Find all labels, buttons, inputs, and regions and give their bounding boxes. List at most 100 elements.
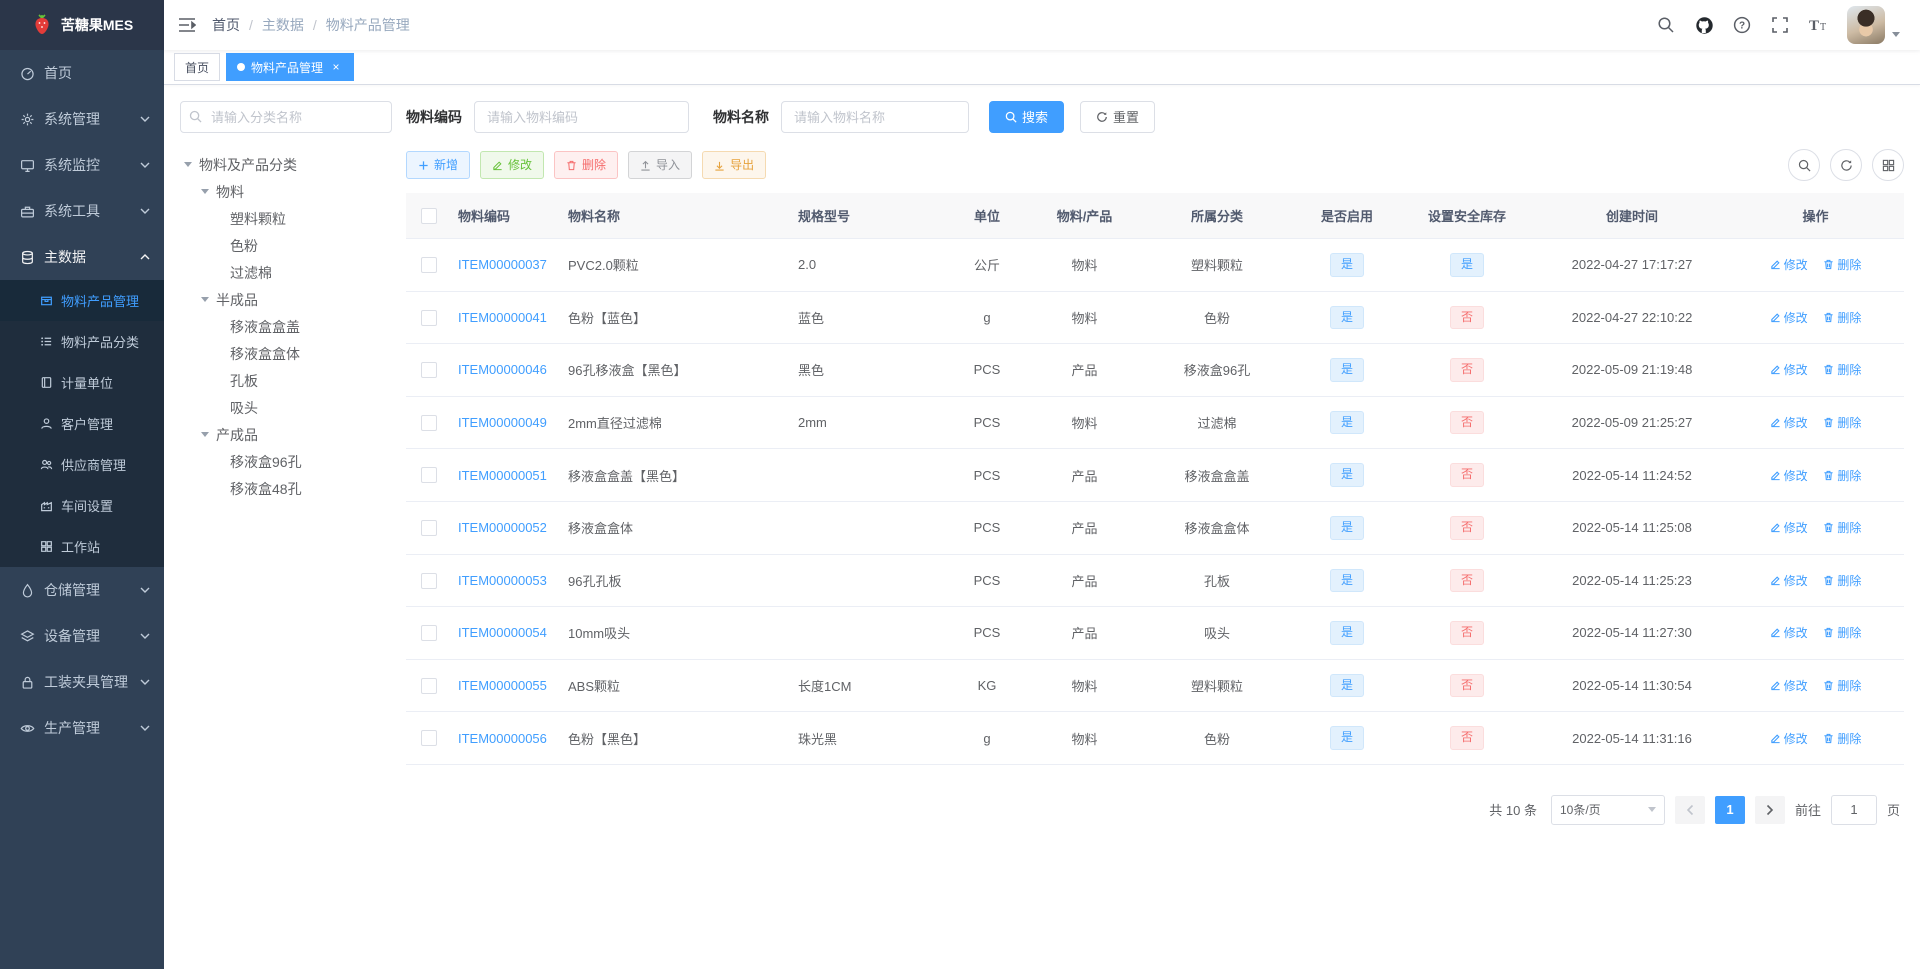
- sidebar-item-system-management[interactable]: 系统管理: [0, 96, 164, 142]
- item-code-link[interactable]: ITEM00000052: [458, 520, 547, 535]
- material-name-input[interactable]: [781, 101, 969, 133]
- breadcrumb-master-data[interactable]: 主数据: [262, 15, 304, 35]
- sidebar-toggle-button[interactable]: [178, 0, 212, 50]
- app-logo[interactable]: 苦糖果MES: [0, 0, 164, 50]
- reset-button[interactable]: 重置: [1080, 101, 1156, 133]
- table-row[interactable]: ITEM00000037 PVC2.0颗粒 2.0 公斤 物料 塑料颗粒 是 是…: [406, 238, 1904, 292]
- github-link-button[interactable]: [1685, 0, 1723, 50]
- toggle-search-button[interactable]: [1788, 149, 1820, 181]
- sidebar-item-tooling-fixture-management[interactable]: 工装夹具管理: [0, 659, 164, 705]
- export-button[interactable]: 导出: [702, 151, 767, 179]
- tree-node-material[interactable]: 物料: [180, 178, 392, 205]
- sidebar-item-customer-management[interactable]: 客户管理: [0, 403, 164, 444]
- row-edit-button[interactable]: 修改: [1770, 572, 1808, 589]
- row-edit-button[interactable]: 修改: [1770, 256, 1808, 273]
- row-delete-button[interactable]: 删除: [1823, 624, 1861, 641]
- table-row[interactable]: ITEM00000055 ABS颗粒 长度1CM KG 物料 塑料颗粒 是 否 …: [406, 659, 1904, 713]
- row-checkbox[interactable]: [421, 520, 437, 537]
- delete-button[interactable]: 删除: [554, 151, 619, 179]
- search-button[interactable]: 搜索: [989, 101, 1065, 133]
- row-edit-button[interactable]: 修改: [1770, 414, 1808, 431]
- page-size-select[interactable]: 10条/页: [1550, 794, 1665, 825]
- tree-leaf[interactable]: 塑料颗粒: [180, 205, 392, 232]
- row-edit-button[interactable]: 修改: [1770, 467, 1808, 484]
- column-settings-button[interactable]: [1872, 149, 1904, 181]
- sidebar-item-master-data[interactable]: 主数据: [0, 234, 164, 280]
- caret-down-icon[interactable]: [201, 297, 209, 306]
- row-delete-button[interactable]: 删除: [1823, 467, 1861, 484]
- sidebar-item-measurement-unit[interactable]: 计量单位: [0, 362, 164, 403]
- table-row[interactable]: ITEM00000041 色粉【蓝色】 蓝色 g 物料 色粉 是 否 2022-…: [406, 291, 1904, 345]
- row-edit-button[interactable]: 修改: [1770, 677, 1808, 694]
- sidebar-item-material-product-category[interactable]: 物料产品分类: [0, 321, 164, 362]
- tree-node-finished[interactable]: 产成品: [180, 421, 392, 448]
- material-code-input[interactable]: [474, 101, 689, 133]
- item-code-link[interactable]: ITEM00000037: [458, 257, 547, 272]
- item-code-link[interactable]: ITEM00000055: [458, 678, 547, 693]
- category-search-input[interactable]: [180, 101, 392, 133]
- row-checkbox[interactable]: [421, 677, 437, 694]
- item-code-link[interactable]: ITEM00000054: [458, 625, 547, 640]
- header-search-button[interactable]: [1647, 0, 1685, 50]
- table-row[interactable]: ITEM00000052 移液盒盒体 PCS 产品 移液盒盒体 是 否 2022…: [406, 501, 1904, 555]
- row-checkbox[interactable]: [421, 625, 437, 642]
- tab-home[interactable]: 首页: [174, 53, 221, 81]
- row-delete-button[interactable]: 删除: [1823, 519, 1861, 536]
- row-delete-button[interactable]: 删除: [1823, 677, 1861, 694]
- row-delete-button[interactable]: 删除: [1823, 730, 1861, 747]
- item-code-link[interactable]: ITEM00000046: [458, 362, 547, 377]
- row-checkbox[interactable]: [421, 414, 437, 431]
- caret-down-icon[interactable]: [184, 162, 192, 171]
- sidebar-item-system-monitoring[interactable]: 系统监控: [0, 142, 164, 188]
- row-delete-button[interactable]: 删除: [1823, 414, 1861, 431]
- table-row[interactable]: ITEM00000049 2mm直径过滤棉 2mm PCS 物料 过滤棉 是 否…: [406, 396, 1904, 450]
- tree-node-semifinished[interactable]: 半成品: [180, 286, 392, 313]
- page-number-button[interactable]: 1: [1714, 795, 1745, 824]
- row-checkbox[interactable]: [421, 572, 437, 589]
- row-delete-button[interactable]: 删除: [1823, 361, 1861, 378]
- caret-down-icon[interactable]: [201, 189, 209, 198]
- sidebar-item-production-management[interactable]: 生产管理: [0, 705, 164, 751]
- sidebar-item-home[interactable]: 首页: [0, 50, 164, 96]
- table-row[interactable]: ITEM00000053 96孔孔板 PCS 产品 孔板 是 否 2022-05…: [406, 554, 1904, 608]
- fullscreen-button[interactable]: [1761, 0, 1799, 50]
- next-page-button[interactable]: [1754, 795, 1785, 824]
- tree-leaf[interactable]: 吸头: [180, 394, 392, 421]
- tree-leaf[interactable]: 过滤棉: [180, 259, 392, 286]
- item-code-link[interactable]: ITEM00000049: [458, 415, 547, 430]
- row-delete-button[interactable]: 删除: [1823, 256, 1861, 273]
- tree-leaf[interactable]: 移液盒48孔: [180, 475, 392, 502]
- sidebar-item-material-product-management[interactable]: 物料产品管理: [0, 280, 164, 321]
- breadcrumb-home[interactable]: 首页: [212, 15, 240, 35]
- tree-leaf[interactable]: 移液盒盒体: [180, 340, 392, 367]
- row-checkbox[interactable]: [421, 467, 437, 484]
- row-delete-button[interactable]: 删除: [1823, 572, 1861, 589]
- table-row[interactable]: ITEM00000046 96孔移液盒【黑色】 黑色 PCS 产品 移液盒96孔…: [406, 343, 1904, 397]
- tree-leaf[interactable]: 色粉: [180, 232, 392, 259]
- row-edit-button[interactable]: 修改: [1770, 730, 1808, 747]
- goto-page-input[interactable]: [1830, 794, 1877, 825]
- tree-leaf[interactable]: 孔板: [180, 367, 392, 394]
- sidebar-item-supplier-management[interactable]: 供应商管理: [0, 444, 164, 485]
- row-delete-button[interactable]: 删除: [1823, 309, 1861, 326]
- sidebar-item-system-tools[interactable]: 系统工具: [0, 188, 164, 234]
- row-checkbox[interactable]: [421, 730, 437, 747]
- add-button[interactable]: 新增: [406, 151, 471, 179]
- edit-button[interactable]: 修改: [480, 151, 545, 179]
- select-all-checkbox[interactable]: [421, 207, 437, 224]
- row-checkbox[interactable]: [421, 362, 437, 379]
- sidebar-item-warehouse-management[interactable]: 仓储管理: [0, 567, 164, 613]
- row-checkbox[interactable]: [421, 257, 437, 274]
- prev-page-button[interactable]: [1674, 795, 1705, 824]
- sidebar-item-workshop-settings[interactable]: 车间设置: [0, 485, 164, 526]
- refresh-button[interactable]: [1830, 149, 1862, 181]
- tab-close-icon[interactable]: [329, 60, 343, 74]
- row-edit-button[interactable]: 修改: [1770, 309, 1808, 326]
- tab-material-product-management[interactable]: 物料产品管理: [226, 53, 355, 81]
- sidebar-item-workstation[interactable]: 工作站: [0, 526, 164, 567]
- sidebar-item-equipment-management[interactable]: 设备管理: [0, 613, 164, 659]
- item-code-link[interactable]: ITEM00000056: [458, 731, 547, 746]
- tree-leaf[interactable]: 移液盒96孔: [180, 448, 392, 475]
- tree-leaf[interactable]: 移液盒盒盖: [180, 313, 392, 340]
- row-checkbox[interactable]: [421, 309, 437, 326]
